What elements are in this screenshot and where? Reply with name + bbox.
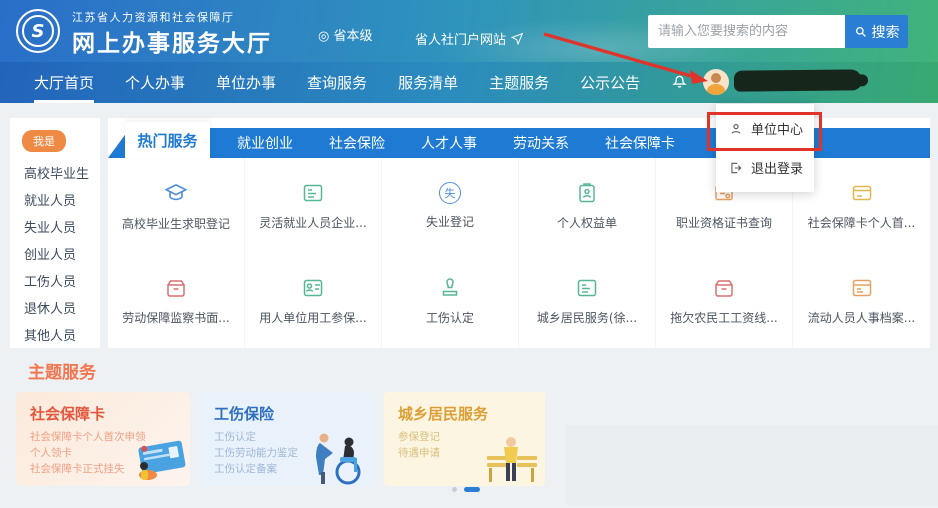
persona-badge: 我是 bbox=[22, 130, 66, 152]
notification-bell-icon[interactable] bbox=[670, 71, 689, 90]
theme-services-title: 主题服务 bbox=[28, 358, 96, 383]
service-item[interactable]: 城乡居民服务(徐... bbox=[519, 253, 656, 348]
service-item[interactable]: 流动人员人事档案... bbox=[793, 253, 930, 348]
circle-badge-icon: 失 bbox=[439, 182, 461, 204]
location-icon: ◎ bbox=[318, 29, 329, 44]
org-name: 江苏省人力资源和社会保障厅 bbox=[72, 9, 235, 25]
graduation-cap-icon bbox=[163, 180, 189, 206]
sidebar-item-retired[interactable]: 退休人员 bbox=[24, 296, 100, 323]
tab-social-insurance[interactable]: 社会保险 bbox=[329, 133, 385, 153]
user-avatar[interactable] bbox=[703, 69, 729, 95]
tab-employment[interactable]: 就业创业 bbox=[237, 133, 293, 153]
card-icon bbox=[850, 276, 874, 300]
service-item[interactable]: 个人权益单 bbox=[519, 158, 656, 253]
wheelchair-care-illustration-icon bbox=[300, 424, 372, 486]
persona-sidebar: 我是 高校毕业生 就业人员 失业人员 创业人员 工伤人员 退休人员 其他人员 bbox=[10, 118, 100, 348]
carousel-pagination bbox=[452, 487, 480, 492]
clipboard-icon bbox=[575, 181, 599, 205]
nav-item-announcements[interactable]: 公示公告 bbox=[580, 72, 640, 93]
sidebar-item-unemployed[interactable]: 失业人员 bbox=[24, 215, 100, 242]
sidebar-item-employed[interactable]: 就业人员 bbox=[24, 188, 100, 215]
card-link[interactable]: 待遇申请 bbox=[398, 445, 440, 461]
paper-plane-icon bbox=[511, 32, 524, 45]
pagination-dot-active[interactable] bbox=[464, 487, 480, 492]
search-icon bbox=[854, 25, 868, 39]
card-icon bbox=[850, 181, 874, 205]
stamp-icon bbox=[438, 276, 462, 300]
nav-item-query[interactable]: 查询服务 bbox=[307, 72, 367, 93]
search-input[interactable] bbox=[648, 15, 845, 48]
portal-site-link[interactable]: 省人社门户网站 bbox=[415, 29, 524, 48]
menu-item-unit-center[interactable]: 单位中心 bbox=[716, 109, 814, 148]
nav-item-service-list[interactable]: 服务清单 bbox=[398, 72, 458, 93]
theme-card-urban-rural-residents[interactable]: 城乡居民服务 参保登记 待遇申请 bbox=[384, 392, 545, 486]
nav-item-personal[interactable]: 个人办事 bbox=[125, 72, 185, 93]
service-item[interactable]: 拖欠农民工工资线... bbox=[656, 253, 793, 348]
elderly-bench-illustration-icon bbox=[479, 430, 543, 486]
tab-talent[interactable]: 人才人事 bbox=[421, 133, 477, 153]
region-selector[interactable]: ◎ 省本级 bbox=[318, 25, 373, 44]
redacted-username bbox=[734, 69, 862, 91]
card-title: 工伤保险 bbox=[214, 403, 274, 424]
theme-card-social-security-card[interactable]: 社会保障卡 社会保障卡个人首次申领 个人领卡 社会保障卡正式挂失 bbox=[16, 392, 190, 486]
sidebar-item-entrepreneurs[interactable]: 创业人员 bbox=[24, 242, 100, 269]
tab-labor-relations[interactable]: 劳动关系 bbox=[513, 133, 569, 153]
sidebar-item-others[interactable]: 其他人员 bbox=[24, 323, 100, 350]
page: S 江苏省人力资源和社会保障厅 网上办事服务大厅 ◎ 省本级 省人社门户网站 搜… bbox=[0, 0, 938, 508]
box-icon bbox=[164, 276, 188, 300]
box-icon bbox=[712, 276, 736, 300]
card-icon bbox=[301, 276, 325, 300]
social-security-card-illustration-icon bbox=[116, 428, 188, 486]
pagination-dot[interactable] bbox=[452, 487, 457, 492]
user-dropdown-menu: 单位中心 退出登录 bbox=[716, 104, 814, 192]
service-item[interactable]: 用人单位用工参保... bbox=[245, 253, 382, 348]
card-link[interactable]: 参保登记 bbox=[398, 429, 440, 445]
card-link[interactable]: 工伤认定备案 bbox=[214, 461, 298, 477]
service-item[interactable]: 灵活就业人员企业... bbox=[245, 158, 382, 253]
portal-title: 网上办事服务大厅 bbox=[72, 24, 272, 58]
nav-item-home[interactable]: 大厅首页 bbox=[34, 72, 94, 93]
card-icon bbox=[301, 181, 325, 205]
card-title: 城乡居民服务 bbox=[398, 403, 488, 424]
logout-icon bbox=[729, 161, 743, 175]
tab-social-security-card[interactable]: 社会保障卡 bbox=[605, 133, 675, 153]
menu-item-logout[interactable]: 退出登录 bbox=[716, 148, 814, 187]
card-link[interactable]: 工伤劳动能力鉴定 bbox=[214, 445, 298, 461]
nav-item-theme[interactable]: 主题服务 bbox=[489, 72, 549, 93]
service-item[interactable]: 劳动保障监察书面... bbox=[108, 253, 245, 348]
theme-card-work-injury-insurance[interactable]: 工伤保险 工伤认定 工伤劳动能力鉴定 工伤认定备案 bbox=[200, 392, 374, 486]
service-item[interactable]: 高校毕业生求职登记 bbox=[108, 158, 245, 253]
header: S 江苏省人力资源和社会保障厅 网上办事服务大厅 ◎ 省本级 省人社门户网站 搜… bbox=[0, 0, 938, 62]
next-card-hint bbox=[565, 425, 938, 505]
service-item[interactable]: 失 失业登记 bbox=[382, 158, 519, 253]
card-link[interactable]: 工伤认定 bbox=[214, 429, 298, 445]
sidebar-item-graduates[interactable]: 高校毕业生 bbox=[24, 161, 100, 188]
person-icon bbox=[729, 122, 743, 136]
tab-hot-services[interactable]: 热门服务 bbox=[125, 122, 210, 158]
service-item[interactable]: 工伤认定 bbox=[382, 253, 519, 348]
agency-logo-icon: S bbox=[16, 9, 60, 53]
search-button[interactable]: 搜索 bbox=[845, 15, 908, 48]
sidebar-item-work-injury[interactable]: 工伤人员 bbox=[24, 269, 100, 296]
card-icon bbox=[575, 276, 599, 300]
nav-item-employer[interactable]: 单位办事 bbox=[216, 72, 276, 93]
card-title: 社会保障卡 bbox=[30, 403, 105, 424]
